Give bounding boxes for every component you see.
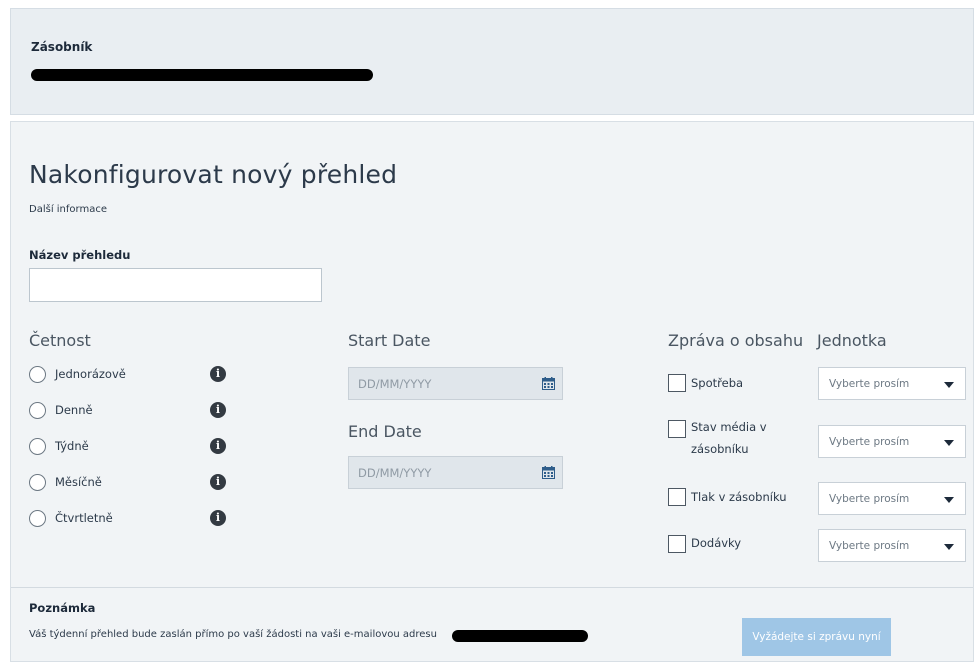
tank-label: Zásobník — [31, 40, 93, 54]
caret-down-icon — [944, 440, 954, 446]
frequency-option-label: Jednorázově — [55, 367, 126, 381]
unit-select-deliveries[interactable]: Vyberte prosím — [818, 529, 966, 562]
frequency-option-label: Týdně — [55, 439, 89, 453]
radio-button[interactable] — [29, 510, 46, 527]
info-circle-icon[interactable]: i — [210, 366, 226, 382]
frequency-option-label: Čtvrtletně — [55, 511, 113, 525]
calendar-icon[interactable] — [542, 466, 555, 479]
unit-heading: Jednotka — [817, 331, 887, 350]
redacted-email — [452, 630, 588, 642]
unit-select-consumption[interactable]: Vyberte prosím — [818, 367, 966, 400]
info-circle-icon[interactable]: i — [210, 402, 226, 418]
unit-select-value: Vyberte prosím — [829, 436, 910, 448]
end-date-placeholder: DD/MM/YYYY — [358, 466, 432, 480]
start-date-heading: Start Date — [348, 331, 431, 350]
note-text: Váš týdenní přehled bude zaslán přímo po… — [29, 629, 437, 640]
frequency-option-daily[interactable]: Denně i — [29, 399, 226, 421]
radio-button[interactable] — [29, 366, 46, 383]
start-date-input[interactable]: DD/MM/YYYY — [348, 367, 563, 400]
calendar-icon[interactable] — [542, 377, 555, 390]
unit-select-value: Vyberte prosím — [829, 493, 910, 505]
section-divider — [11, 587, 973, 588]
tank-panel: Zásobník — [10, 8, 974, 115]
info-circle-icon[interactable]: i — [210, 438, 226, 454]
radio-button[interactable] — [29, 474, 46, 491]
radio-button[interactable] — [29, 402, 46, 419]
start-date-placeholder: DD/MM/YYYY — [358, 377, 432, 391]
note-heading: Poznámka — [29, 601, 96, 615]
request-report-button[interactable]: Vyžádejte si zprávu nyní — [742, 618, 891, 656]
unit-select-tank-pressure[interactable]: Vyberte prosím — [818, 482, 966, 515]
report-config-panel: Nakonfigurovat nový přehled Další inform… — [10, 121, 974, 662]
content-item-label: Stav média v zásobníku — [691, 420, 767, 456]
frequency-option-monthly[interactable]: Měsíčně i — [29, 471, 226, 493]
caret-down-icon — [944, 497, 954, 503]
content-item-label: Spotřeba — [691, 376, 744, 390]
frequency-heading: Četnost — [29, 331, 91, 350]
unit-select-medium-level[interactable]: Vyberte prosím — [818, 425, 966, 458]
radio-button[interactable] — [29, 438, 46, 455]
checkbox[interactable] — [668, 374, 686, 392]
frequency-option-label: Denně — [55, 403, 93, 417]
page-title: Nakonfigurovat nový přehled — [29, 160, 398, 189]
caret-down-icon — [944, 544, 954, 550]
unit-select-value: Vyberte prosím — [829, 378, 910, 390]
content-report-heading: Zpráva o obsahu — [668, 331, 804, 350]
end-date-heading: End Date — [348, 422, 422, 441]
frequency-option-weekly[interactable]: Týdně i — [29, 435, 226, 457]
checkbox[interactable] — [668, 535, 686, 553]
frequency-option-label: Měsíčně — [55, 475, 102, 489]
report-name-input[interactable] — [29, 268, 322, 302]
info-circle-icon[interactable]: i — [210, 474, 226, 490]
info-circle-icon[interactable]: i — [210, 510, 226, 526]
content-item-label: Dodávky — [691, 536, 742, 550]
end-date-input[interactable]: DD/MM/YYYY — [348, 456, 563, 489]
unit-select-value: Vyberte prosím — [829, 540, 910, 552]
frequency-option-quarterly[interactable]: Čtvrtletně i — [29, 507, 226, 529]
frequency-option-once[interactable]: Jednorázově i — [29, 363, 226, 385]
redacted-tank-info — [31, 69, 373, 81]
content-item-label: Tlak v zásobníku — [691, 490, 787, 504]
checkbox[interactable] — [668, 488, 686, 506]
more-info-link[interactable]: Další informace — [29, 204, 107, 215]
report-name-label: Název přehledu — [29, 248, 131, 262]
checkbox[interactable] — [668, 420, 686, 438]
caret-down-icon — [944, 382, 954, 388]
